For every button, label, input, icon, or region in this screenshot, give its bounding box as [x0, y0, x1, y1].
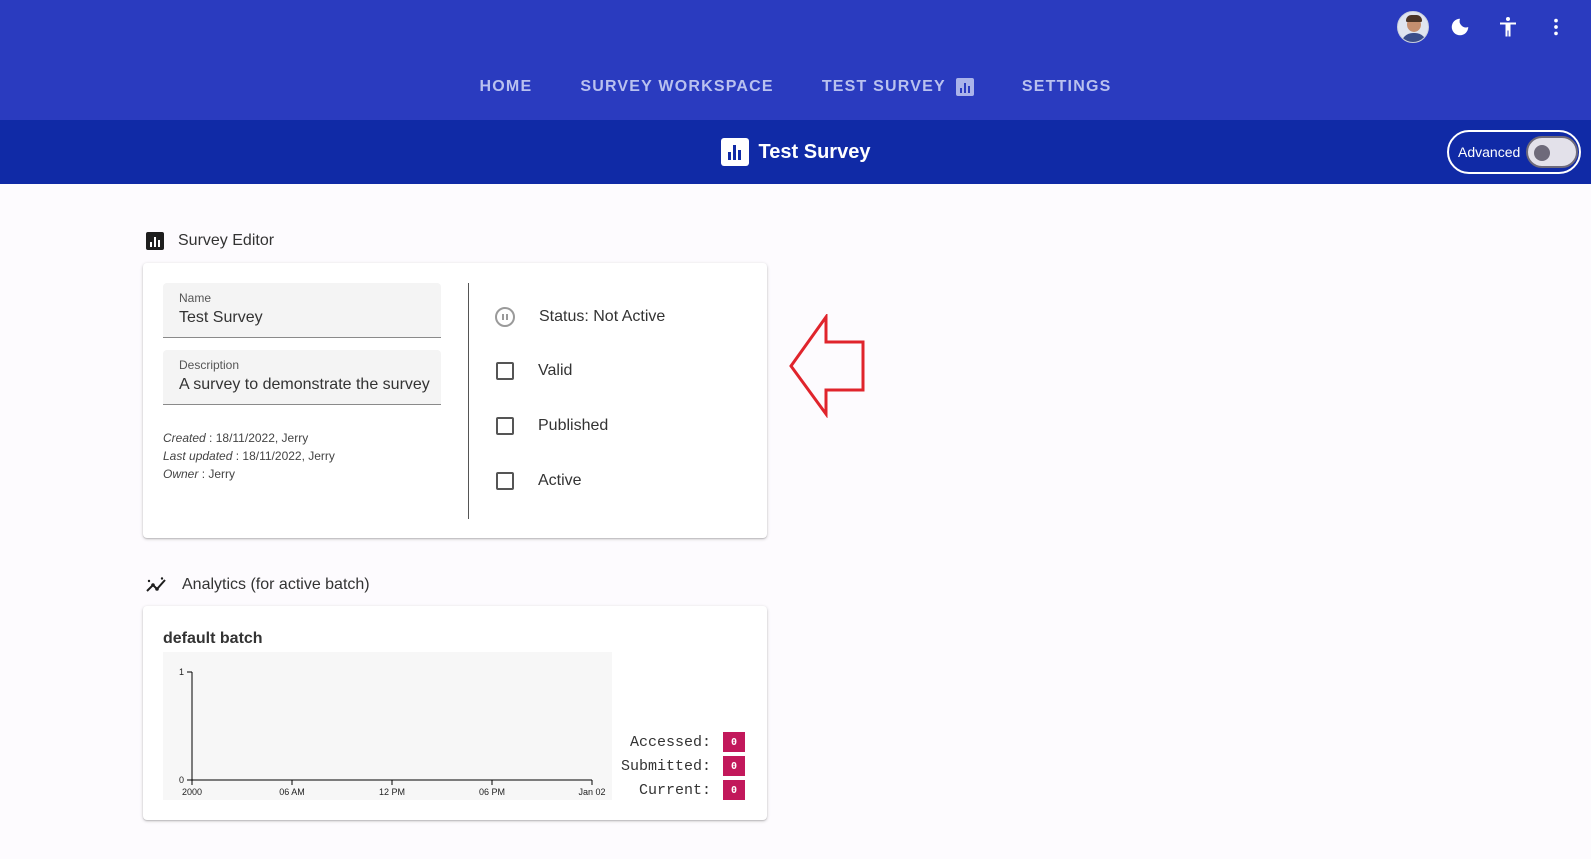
status-text: Status: Not Active	[539, 308, 666, 325]
survey-editor-card: Name Test Survey Description A survey to…	[143, 263, 767, 538]
dark-mode-button[interactable]	[1443, 10, 1477, 44]
nav-test-survey[interactable]: TEST SURVEY	[798, 72, 998, 102]
description-field-label: Description	[179, 358, 240, 372]
batch-chart-svg: 2000 06 AM 12 PM 06 PM Jan 02 0 1	[179, 667, 606, 797]
meta-owner: Owner : Jerry	[163, 467, 236, 481]
nav-test-survey-label: TEST SURVEY	[821, 78, 946, 95]
nav-survey-workspace[interactable]: SURVEY WORKSPACE	[556, 72, 797, 102]
advanced-switch-knob	[1534, 145, 1551, 161]
app-bar: HOME SURVEY WORKSPACE TEST SURVEY SETTIN…	[0, 0, 1591, 120]
more-vert-icon	[1554, 18, 1558, 36]
stat-current-label: Current:	[639, 781, 712, 799]
stat-current-badge: 0	[723, 780, 746, 800]
stat-accessed-badge: 0	[723, 732, 746, 752]
meta-last-updated: Last updated : 18/11/2022, Jerry	[163, 449, 335, 463]
advanced-switch-track[interactable]	[1526, 136, 1579, 168]
nav-home[interactable]: HOME	[456, 72, 557, 102]
stat-submitted-label: Submitted:	[621, 757, 712, 775]
description-field[interactable]: Description A survey to demonstrate the …	[163, 350, 441, 405]
batch-stats: Accessed: 0 Submitted: 0 Current: 0	[621, 730, 746, 802]
name-field-label: Name	[179, 291, 212, 305]
nav-settings-label: SETTINGS	[1021, 78, 1112, 95]
more-button[interactable]	[1539, 10, 1573, 44]
x-tick-label: 06 PM	[479, 787, 505, 797]
x-tick-label: 12 PM	[379, 787, 405, 797]
batch-title: default batch	[163, 630, 263, 647]
accessibility-button[interactable]	[1491, 10, 1525, 44]
x-tick-label: 2000	[182, 787, 202, 797]
pause-circle-icon	[495, 307, 515, 327]
published-label: Published	[538, 417, 609, 434]
advanced-toggle[interactable]: Advanced	[1447, 130, 1581, 174]
main-nav: HOME SURVEY WORKSPACE TEST SURVEY SETTIN…	[0, 72, 1591, 102]
insights-icon	[146, 577, 166, 592]
active-label: Active	[538, 472, 582, 489]
nav-home-label: HOME	[479, 78, 533, 95]
analytics-card: default batch 2000 06 AM 12 PM 06 PM Jan 02 0…	[143, 606, 767, 820]
survey-editor-title: Survey Editor	[178, 232, 275, 249]
advanced-toggle-label: Advanced	[1458, 144, 1521, 160]
page-title-wrap: Test Survey	[0, 138, 1591, 166]
title-bar: Test Survey Advanced	[0, 120, 1591, 184]
survey-meta: Created : 18/11/2022, Jerry Last updated…	[163, 429, 335, 483]
name-field[interactable]: Name Test Survey	[163, 283, 441, 338]
page-title: Test Survey	[758, 140, 871, 163]
stat-accessed: Accessed: 0	[621, 730, 746, 754]
avatar[interactable]	[1397, 11, 1429, 43]
x-tick-label: Jan 02	[578, 787, 605, 797]
meta-created: Created : 18/11/2022, Jerry	[163, 431, 309, 445]
y-tick-label: 0	[179, 775, 184, 785]
top-actions	[1397, 10, 1573, 44]
stat-current: Current: 0	[621, 778, 746, 802]
analytics-heading: Analytics (for active batch)	[146, 576, 370, 594]
valid-label: Valid	[538, 362, 573, 379]
batch-chart: 2000 06 AM 12 PM 06 PM Jan 02 0 1	[163, 652, 612, 800]
valid-row: Valid	[495, 362, 572, 380]
valid-checkbox[interactable]	[496, 362, 514, 380]
nav-settings[interactable]: SETTINGS	[998, 72, 1136, 102]
description-field-value[interactable]: A survey to demonstrate the survey	[179, 376, 430, 394]
moon-icon	[1451, 18, 1469, 36]
annotation-arrow	[789, 314, 865, 418]
stat-accessed-label: Accessed:	[630, 733, 712, 751]
active-checkbox[interactable]	[496, 472, 514, 490]
name-field-value[interactable]: Test Survey	[179, 309, 425, 327]
active-row: Active	[495, 472, 582, 490]
x-tick-label: 06 AM	[279, 787, 305, 797]
survey-editor-heading: Survey Editor	[146, 232, 274, 250]
y-tick-label: 1	[179, 667, 184, 677]
published-checkbox[interactable]	[496, 417, 514, 435]
accessibility-icon	[1500, 17, 1516, 37]
vertical-divider	[468, 283, 469, 519]
published-row: Published	[495, 417, 608, 435]
stat-submitted-badge: 0	[723, 756, 746, 776]
status-row: Status: Not Active	[495, 307, 665, 327]
analytics-title: Analytics (for active batch)	[182, 576, 370, 593]
stat-submitted: Submitted: 0	[621, 754, 746, 778]
nav-survey-workspace-label: SURVEY WORKSPACE	[580, 78, 774, 95]
bar-chart-icon	[146, 232, 164, 250]
bar-chart-icon	[955, 78, 974, 96]
bar-chart-icon	[720, 138, 749, 166]
